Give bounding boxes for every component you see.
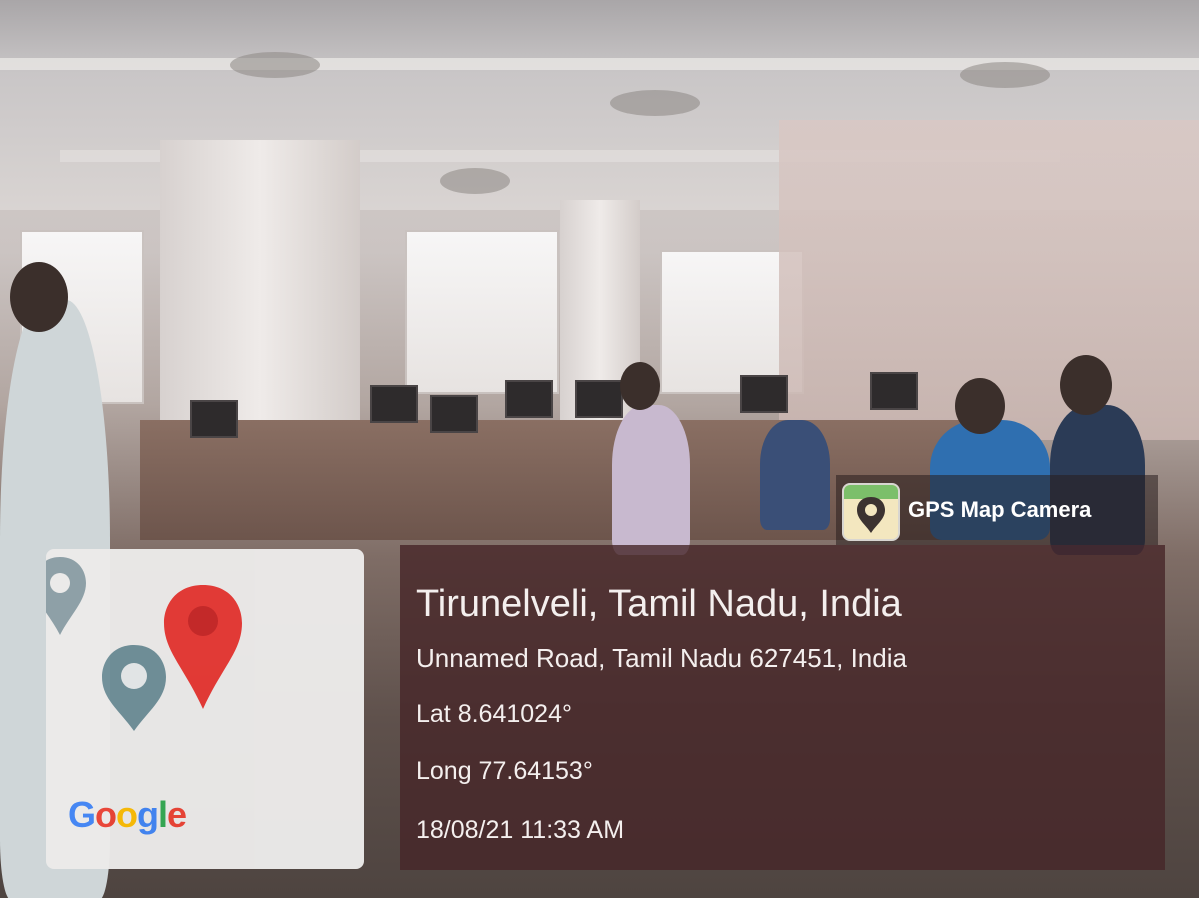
- google-logo: Google: [68, 794, 187, 835]
- monitor: [740, 375, 788, 413]
- date-time: 18/08/21 11:33 AM: [416, 816, 625, 844]
- nearby-pin: [102, 645, 166, 731]
- longitude: Long 77.64153°: [416, 757, 593, 785]
- monitor: [505, 380, 553, 418]
- monitor: [370, 385, 418, 423]
- monitor: [575, 380, 623, 418]
- person: [612, 405, 690, 555]
- person-head: [10, 262, 68, 332]
- location-address: Unnamed Road, Tamil Nadu 627451, India: [416, 643, 907, 673]
- monitor: [430, 395, 478, 433]
- latitude: Lat 8.641024°: [416, 700, 572, 728]
- gps-map-camera-app-icon: [842, 483, 900, 541]
- app-badge: GPS Map Camera: [836, 475, 1158, 545]
- person-head: [620, 362, 660, 410]
- person-head: [1060, 355, 1112, 415]
- ceiling-fan: [440, 168, 510, 194]
- window: [405, 230, 559, 394]
- person: [760, 420, 830, 530]
- person-head: [955, 378, 1005, 434]
- location-title: Tirunelveli, Tamil Nadu, India: [416, 583, 902, 625]
- office-photo: Google GPS Map Camera Tirunelveli, Tamil…: [0, 0, 1199, 898]
- current-location-pin: [164, 585, 242, 709]
- app-badge-label: GPS Map Camera: [908, 497, 1092, 522]
- monitor: [190, 400, 238, 438]
- monitor: [870, 372, 918, 410]
- map-thumbnail: Google: [46, 549, 364, 869]
- ceiling-fan: [610, 90, 700, 116]
- ceiling-fan: [960, 62, 1050, 88]
- pillar: [160, 140, 360, 440]
- nearby-pin-partial: [46, 557, 86, 635]
- location-info-panel: Tirunelveli, Tamil Nadu, India Unnamed R…: [400, 545, 1165, 870]
- ceiling-fan: [230, 52, 320, 78]
